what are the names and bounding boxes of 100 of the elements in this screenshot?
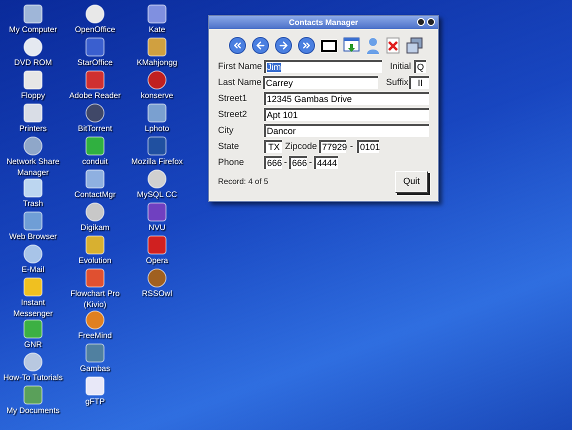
icon-label[interactable]: KMahjongg [126, 57, 188, 68]
close-button[interactable] [427, 18, 435, 26]
icon-label[interactable]: Gambas [64, 363, 126, 374]
app-icon[interactable] [85, 202, 105, 222]
app-icon[interactable] [85, 169, 105, 189]
last-record-button[interactable] [298, 37, 315, 54]
first-record-button[interactable] [229, 37, 246, 54]
app-icon[interactable] [85, 268, 105, 288]
field-label: State [218, 142, 240, 151]
app-icon[interactable] [23, 178, 43, 198]
window-download-icon[interactable] [343, 37, 360, 54]
field-label: Initial [390, 62, 412, 71]
city-field[interactable]: Dancor [264, 124, 429, 137]
app-icon[interactable] [147, 136, 167, 156]
app-icon[interactable] [85, 136, 105, 156]
icon-label[interactable]: Trash [2, 198, 64, 209]
app-icon[interactable] [23, 211, 43, 231]
app-icon[interactable] [23, 136, 43, 156]
icon-label[interactable]: RSSOwl [126, 288, 188, 299]
icon-label[interactable]: Lphoto [126, 123, 188, 134]
icon-label[interactable]: ContactMgr [64, 189, 126, 200]
app-icon[interactable] [23, 70, 43, 90]
field-label: City [218, 126, 234, 135]
text-box-button[interactable] [321, 40, 337, 52]
field-label: Last Name [218, 78, 263, 87]
icon-label[interactable]: My Computer [2, 24, 64, 35]
zipcode-field[interactable]: 77929 [319, 140, 346, 153]
icon-label[interactable]: Evolution [64, 255, 126, 266]
app-icon[interactable] [147, 4, 167, 24]
phone-field[interactable]: 4444 [314, 156, 338, 169]
record-counter: Record: 4 of 5 [218, 176, 268, 188]
icon-label[interactable]: DVD ROM [2, 57, 64, 68]
icon-label[interactable]: NVU [126, 222, 188, 233]
street2-field[interactable]: Apt 101 [264, 108, 429, 121]
icon-label[interactable]: Printers [2, 123, 64, 134]
last-record-arrow-icon [301, 40, 312, 51]
icon-label[interactable]: FreeMind [64, 330, 126, 341]
icon-label[interactable]: Digikam [64, 222, 126, 233]
icon-label[interactable]: Web Browser [2, 231, 64, 242]
app-icon[interactable] [147, 169, 167, 189]
field-label: Suffix [386, 78, 410, 87]
app-icon[interactable] [85, 4, 105, 24]
icon-label[interactable]: How-To Tutorials [2, 372, 64, 383]
icon-label[interactable]: StarOffice [64, 57, 126, 68]
state-field[interactable]: TX [264, 140, 282, 153]
app-icon[interactable] [23, 277, 43, 297]
app-icon[interactable] [147, 202, 167, 222]
app-icon[interactable] [23, 37, 43, 57]
field-label: Phone [218, 158, 246, 167]
separator-text: - [309, 158, 312, 167]
app-icon[interactable] [23, 244, 43, 264]
delete-document-icon[interactable] [386, 37, 400, 54]
next-record-button[interactable] [275, 37, 292, 54]
icon-label[interactable]: E-Mail [2, 264, 64, 275]
app-icon[interactable] [85, 37, 105, 57]
first-name-field[interactable]: Jim [264, 60, 382, 73]
icon-label[interactable]: gFTP [64, 396, 126, 407]
app-icon[interactable] [23, 352, 43, 372]
icon-label[interactable]: Mozilla Firefox [126, 156, 188, 167]
street1-field[interactable]: 12345 Gambas Drive [264, 92, 429, 105]
app-icon[interactable] [147, 103, 167, 123]
field-label: Street2 [218, 110, 248, 119]
icon-label[interactable]: Adobe Reader [64, 90, 126, 101]
icon-label[interactable]: MySQL CC [126, 189, 188, 200]
app-icon[interactable] [147, 70, 167, 90]
separator-text: - [284, 158, 287, 167]
icon-label[interactable]: conduit [64, 156, 126, 167]
quit-button[interactable]: Quit [395, 171, 428, 193]
suffix-field[interactable]: II [409, 76, 429, 89]
app-icon[interactable] [85, 70, 105, 90]
icon-label[interactable]: konserve [126, 90, 188, 101]
app-icon[interactable] [23, 4, 43, 24]
zip-extension-field[interactable]: 0101 [357, 140, 380, 153]
app-icon[interactable] [23, 319, 43, 339]
field-label: First Name [218, 62, 264, 71]
icon-label[interactable]: OpenOffice [64, 24, 126, 35]
phone-field[interactable]: 666 [289, 156, 307, 169]
app-icon[interactable] [85, 235, 105, 255]
windows-icon[interactable] [406, 37, 423, 54]
icon-label[interactable]: Network Share Manager [2, 156, 64, 178]
icon-label[interactable]: GNR [2, 339, 64, 350]
app-icon[interactable] [85, 376, 105, 396]
last-name-field[interactable]: Carrey [262, 76, 378, 89]
previous-record-button[interactable] [252, 37, 269, 54]
app-icon[interactable] [147, 37, 167, 57]
app-icon[interactable] [85, 103, 105, 123]
icon-label[interactable]: BitTorrent [64, 123, 126, 134]
icon-label[interactable]: Instant Messenger [2, 297, 64, 319]
icon-label[interactable]: Flowchart Pro (Kivio) [64, 288, 126, 310]
phone-field[interactable]: 666 [264, 156, 282, 169]
initial-field[interactable]: Q [414, 60, 426, 73]
minimize-button[interactable] [417, 18, 425, 26]
icon-label[interactable]: Kate [126, 24, 188, 35]
app-icon[interactable] [85, 310, 105, 330]
icon-label[interactable]: My Documents [2, 405, 64, 416]
separator-text: - [350, 142, 354, 151]
field-label: Zipcode [285, 142, 318, 151]
icon-label[interactable]: Floppy [2, 90, 64, 101]
icon-label[interactable]: Opera [126, 255, 188, 266]
app-icon[interactable] [23, 103, 43, 123]
